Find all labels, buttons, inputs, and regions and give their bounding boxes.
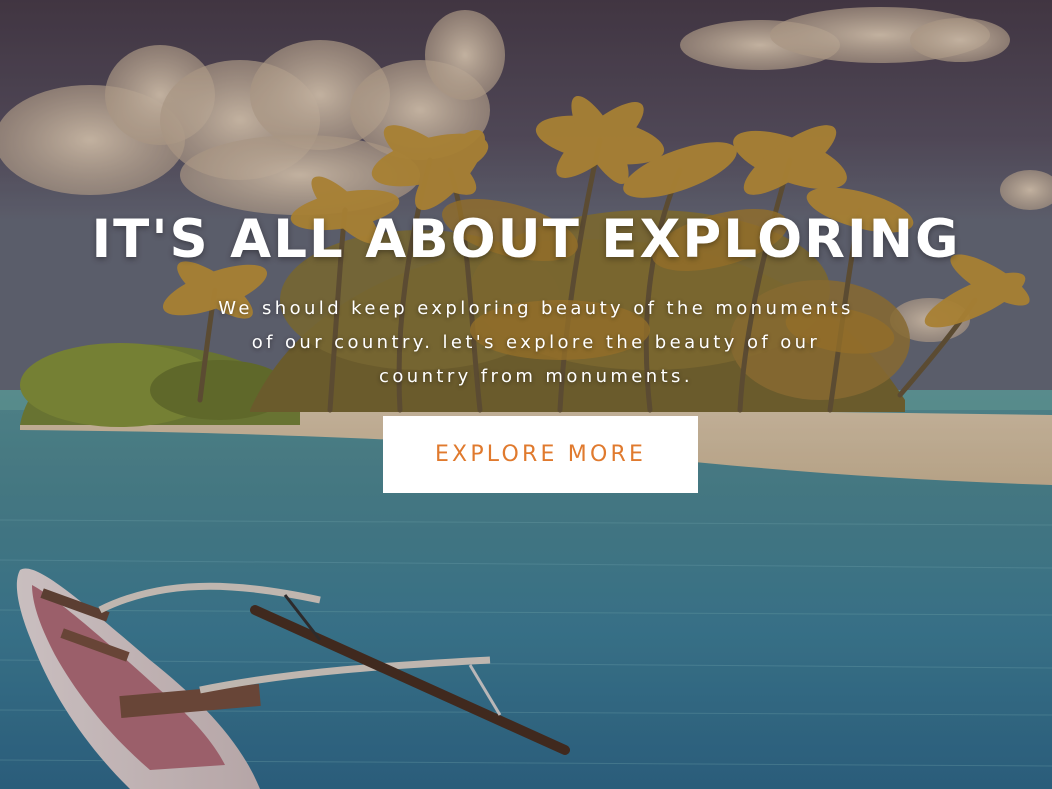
hero-title: IT'S ALL ABOUT EXPLORING	[91, 209, 961, 270]
explore-more-button[interactable]: EXPLORE MORE	[383, 416, 698, 493]
hero-subtitle: We should keep exploring beauty of the m…	[218, 298, 854, 387]
hero-section: IT'S ALL ABOUT EXPLORING We should keep …	[0, 0, 1052, 789]
hero-content: IT'S ALL ABOUT EXPLORING We should keep …	[0, 0, 1052, 789]
